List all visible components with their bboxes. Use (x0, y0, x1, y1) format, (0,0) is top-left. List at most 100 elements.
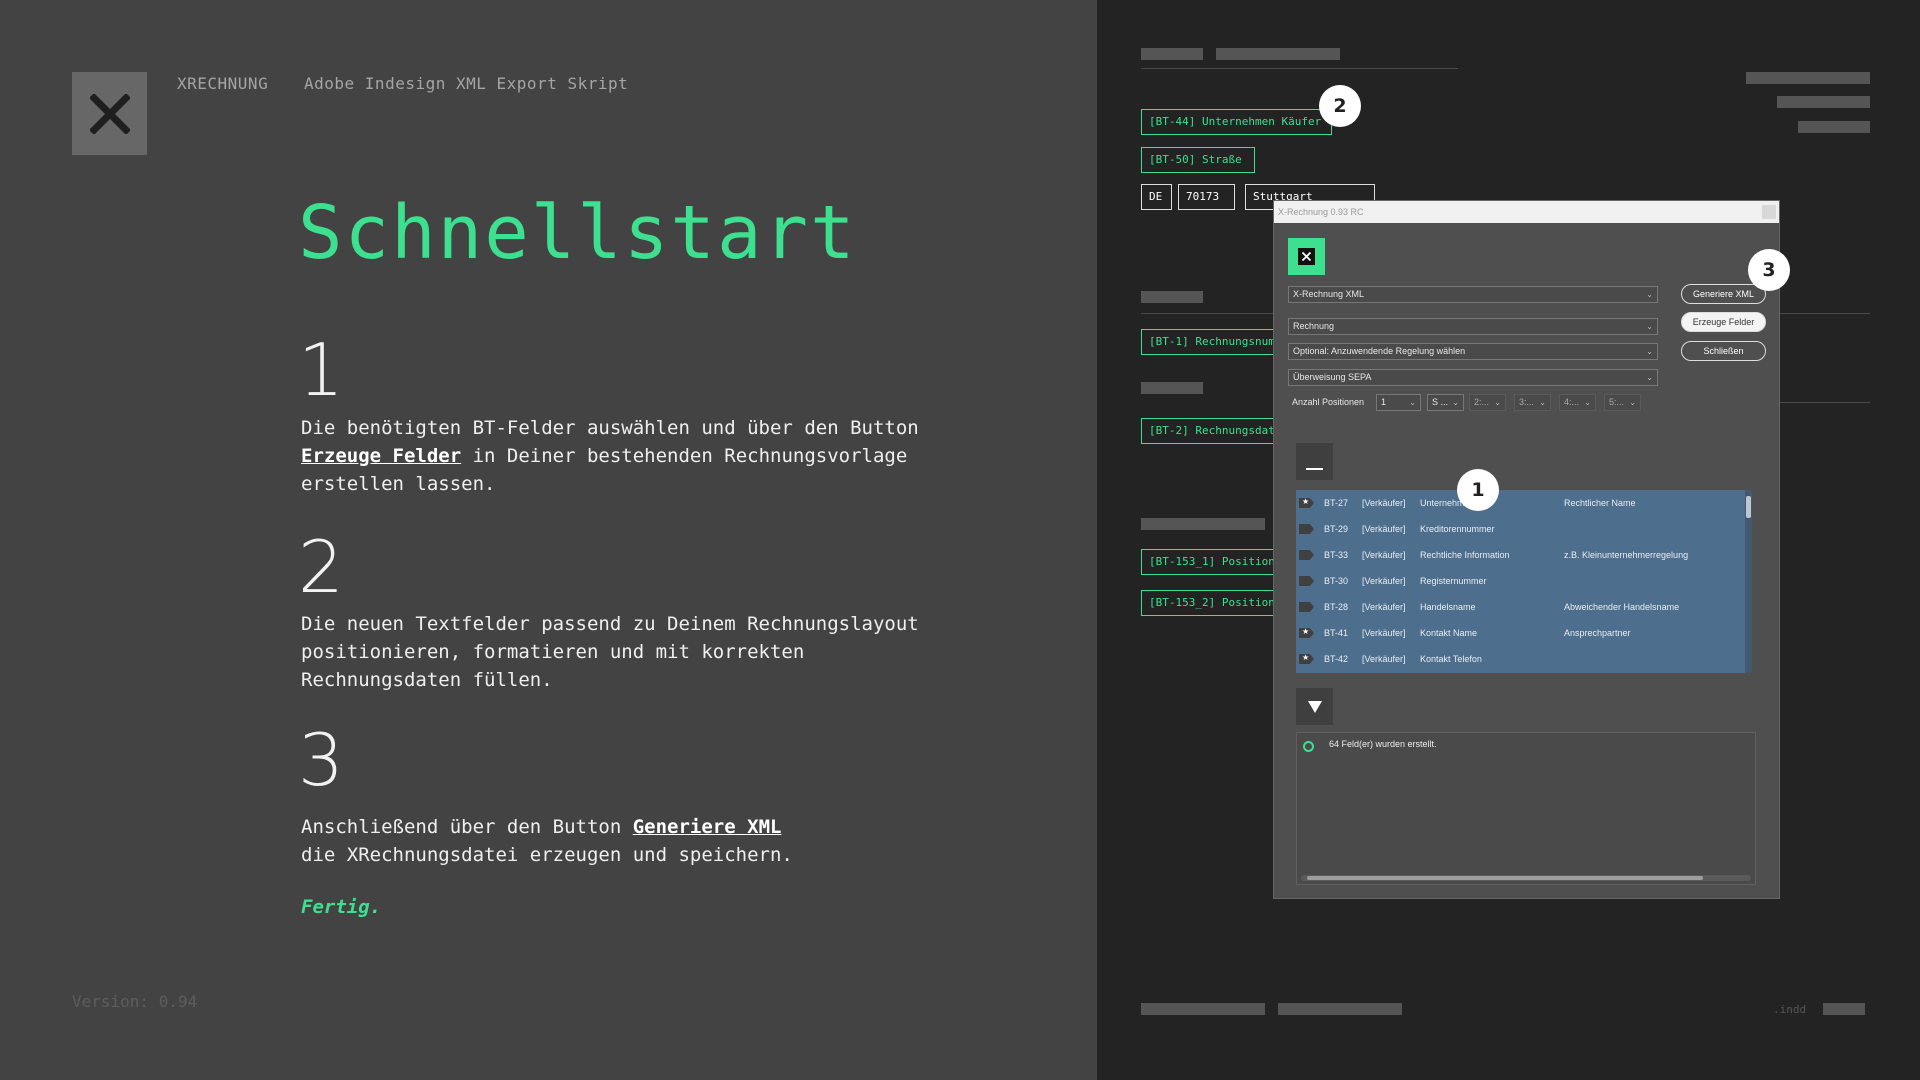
quickstart-panel: XRECHNUNG Adobe Indesign XML Export Skri… (0, 0, 1097, 1080)
position-select-value: S ... (1432, 397, 1449, 407)
step-number-2: 2 (298, 525, 344, 609)
position-select-3[interactable]: 3:... ⌄ (1514, 394, 1551, 411)
step-text-3: Anschließend über den Button Generiere X… (301, 813, 941, 869)
step-3-pre: Anschließend über den Button (301, 816, 633, 838)
field-party: [Verkäufer] (1362, 498, 1406, 508)
list-item[interactable]: BT-29 [Verkäufer] Kreditorennummer (1296, 516, 1746, 542)
field-name: Registernummer (1420, 576, 1487, 586)
payment-select[interactable]: Überweisung SEPA ⌄ (1288, 369, 1658, 386)
done-label: Fertig. (301, 896, 382, 918)
field-list[interactable]: BT-27 [Verkäufer] Unternehmen Rechtliche… (1296, 490, 1752, 673)
step-number-1: 1 (298, 328, 344, 412)
list-item[interactable]: BT-42 [Verkäufer] Kontakt Telefon (1296, 646, 1746, 672)
list-item[interactable]: BT-28 [Verkäufer] Handelsname Abweichend… (1296, 594, 1746, 620)
chevron-down-icon: ⌄ (1629, 398, 1636, 407)
file-extension-label: .indd (1773, 1003, 1807, 1016)
minus-icon (1306, 467, 1323, 470)
field-description: z.B. Kleinunternehmerregelung (1564, 550, 1689, 560)
chevron-down-icon: ⌄ (1494, 398, 1501, 407)
tag-icon (1299, 550, 1314, 560)
field-name: Kreditorennummer (1420, 524, 1495, 534)
rule-select[interactable]: Optional: Anzuwendende Regelung wählen ⌄ (1288, 343, 1658, 360)
callout-1: 1 (1457, 469, 1499, 511)
format-select-value: X-Rechnung XML (1293, 289, 1365, 299)
collapse-button[interactable] (1296, 443, 1333, 480)
field-name: Kontakt Name (1420, 628, 1478, 638)
field-tag-bt44[interactable]: [BT-44] Unternehmen Käufer (1141, 109, 1332, 135)
field-tag-bt1[interactable]: [BT-1] Rechnungsnum (1141, 329, 1275, 355)
field-name: Handelsname (1420, 602, 1476, 612)
list-item[interactable]: BT-33 [Verkäufer] Rechtliche Information… (1296, 542, 1746, 568)
field-id: BT-27 (1324, 498, 1349, 508)
close-button[interactable]: Schließen (1681, 341, 1766, 361)
field-tag-bt153-2[interactable]: [BT-153_2] Position (1141, 590, 1275, 616)
field-party: [Verkäufer] (1362, 550, 1406, 560)
dialog-titlebar[interactable]: X-Rechnung 0.93 RC (1274, 201, 1779, 223)
chevron-down-icon: ⌄ (1539, 398, 1546, 407)
field-name: Kontakt Telefon (1420, 654, 1482, 664)
indesign-document-preview: [BT-44] Unternehmen Käufer [BT-50] Straß… (1097, 0, 1920, 1080)
field-name: Rechtliche Information (1420, 550, 1510, 560)
close-icon[interactable] (1762, 205, 1776, 219)
field-id: BT-29 (1324, 524, 1349, 534)
star-tag-icon (1299, 654, 1314, 664)
country-field[interactable]: DE (1141, 184, 1172, 210)
expand-log-button[interactable] (1296, 688, 1333, 725)
placeholder-bar (1777, 96, 1870, 108)
placeholder-bar (1141, 382, 1203, 394)
rule-select-value: Optional: Anzuwendende Regelung wählen (1293, 346, 1466, 356)
field-party: [Verkäufer] (1362, 602, 1406, 612)
chevron-down-icon: ⌄ (1646, 347, 1653, 356)
field-id: BT-33 (1324, 550, 1349, 560)
list-item[interactable]: BT-27 [Verkäufer] Unternehmen Rechtliche… (1296, 490, 1746, 516)
generate-xml-button[interactable]: Generiere XML (1681, 284, 1766, 304)
field-tag-bt153-1[interactable]: [BT-153_1] Position (1141, 549, 1275, 575)
zip-field[interactable]: 70173 (1178, 184, 1235, 210)
x-logo-icon (89, 93, 130, 134)
field-party: [Verkäufer] (1362, 654, 1406, 664)
position-select-value: 2:... (1474, 397, 1490, 407)
payment-select-value: Überweisung SEPA (1293, 372, 1372, 382)
field-tag-bt2[interactable]: [BT-2] Rechnungsdat (1141, 418, 1275, 444)
position-select-5[interactable]: 5:... ⌄ (1604, 394, 1641, 411)
log-scrollbar[interactable] (1301, 875, 1751, 881)
placeholder-bar (1141, 48, 1203, 60)
field-description: Ansprechpartner (1564, 628, 1631, 638)
format-select[interactable]: X-Rechnung XML ⌄ (1288, 286, 1658, 303)
position-select-value: 4:... (1564, 397, 1580, 407)
chevron-down-icon: ⌄ (1584, 398, 1591, 407)
placeholder-bar (1823, 1003, 1865, 1015)
positions-count-value: 1 (1381, 397, 1387, 407)
field-tag-bt50[interactable]: [BT-50] Straße (1141, 147, 1255, 173)
tag-icon (1299, 524, 1314, 534)
tag-icon (1299, 576, 1314, 586)
position-select-1[interactable]: S ... ⌄ (1427, 394, 1464, 411)
list-scrollbar[interactable] (1745, 490, 1752, 673)
field-party: [Verkäufer] (1362, 576, 1406, 586)
field-id: BT-28 (1324, 602, 1349, 612)
page-title: Schnellstart (298, 190, 857, 276)
create-fields-button[interactable]: Erzeuge Felder (1681, 312, 1766, 332)
positions-count-select[interactable]: 1 ⌄ (1376, 394, 1421, 411)
callout-3: 3 (1748, 249, 1790, 291)
placeholder-bar (1278, 1003, 1402, 1015)
list-item[interactable]: BT-30 [Verkäufer] Registernummer (1296, 568, 1746, 594)
callout-2: 2 (1319, 85, 1361, 127)
scrollbar-thumb[interactable] (1746, 496, 1751, 518)
brand-label: XRECHNUNG (177, 74, 269, 93)
list-item[interactable]: BT-41 [Verkäufer] Kontakt Name Ansprechp… (1296, 620, 1746, 646)
success-icon (1303, 741, 1314, 752)
field-description: Rechtlicher Name (1564, 498, 1636, 508)
scrollbar-thumb[interactable] (1307, 876, 1703, 880)
chevron-down-icon: ⌄ (1409, 398, 1416, 407)
type-select[interactable]: Rechnung ⌄ (1288, 318, 1658, 335)
version-label: Version: 0.94 (72, 992, 198, 1011)
position-select-4[interactable]: 4:... ⌄ (1559, 394, 1596, 411)
dialog-logo (1288, 238, 1325, 275)
chevron-down-icon: ⌄ (1646, 373, 1653, 382)
placeholder-bar (1798, 121, 1870, 133)
log-message: 64 Feld(er) wurden erstellt. (1329, 739, 1437, 749)
position-select-2[interactable]: 2:... ⌄ (1469, 394, 1506, 411)
star-tag-icon (1299, 498, 1314, 508)
generiere-xml-reference: Generiere XML (632, 816, 782, 838)
